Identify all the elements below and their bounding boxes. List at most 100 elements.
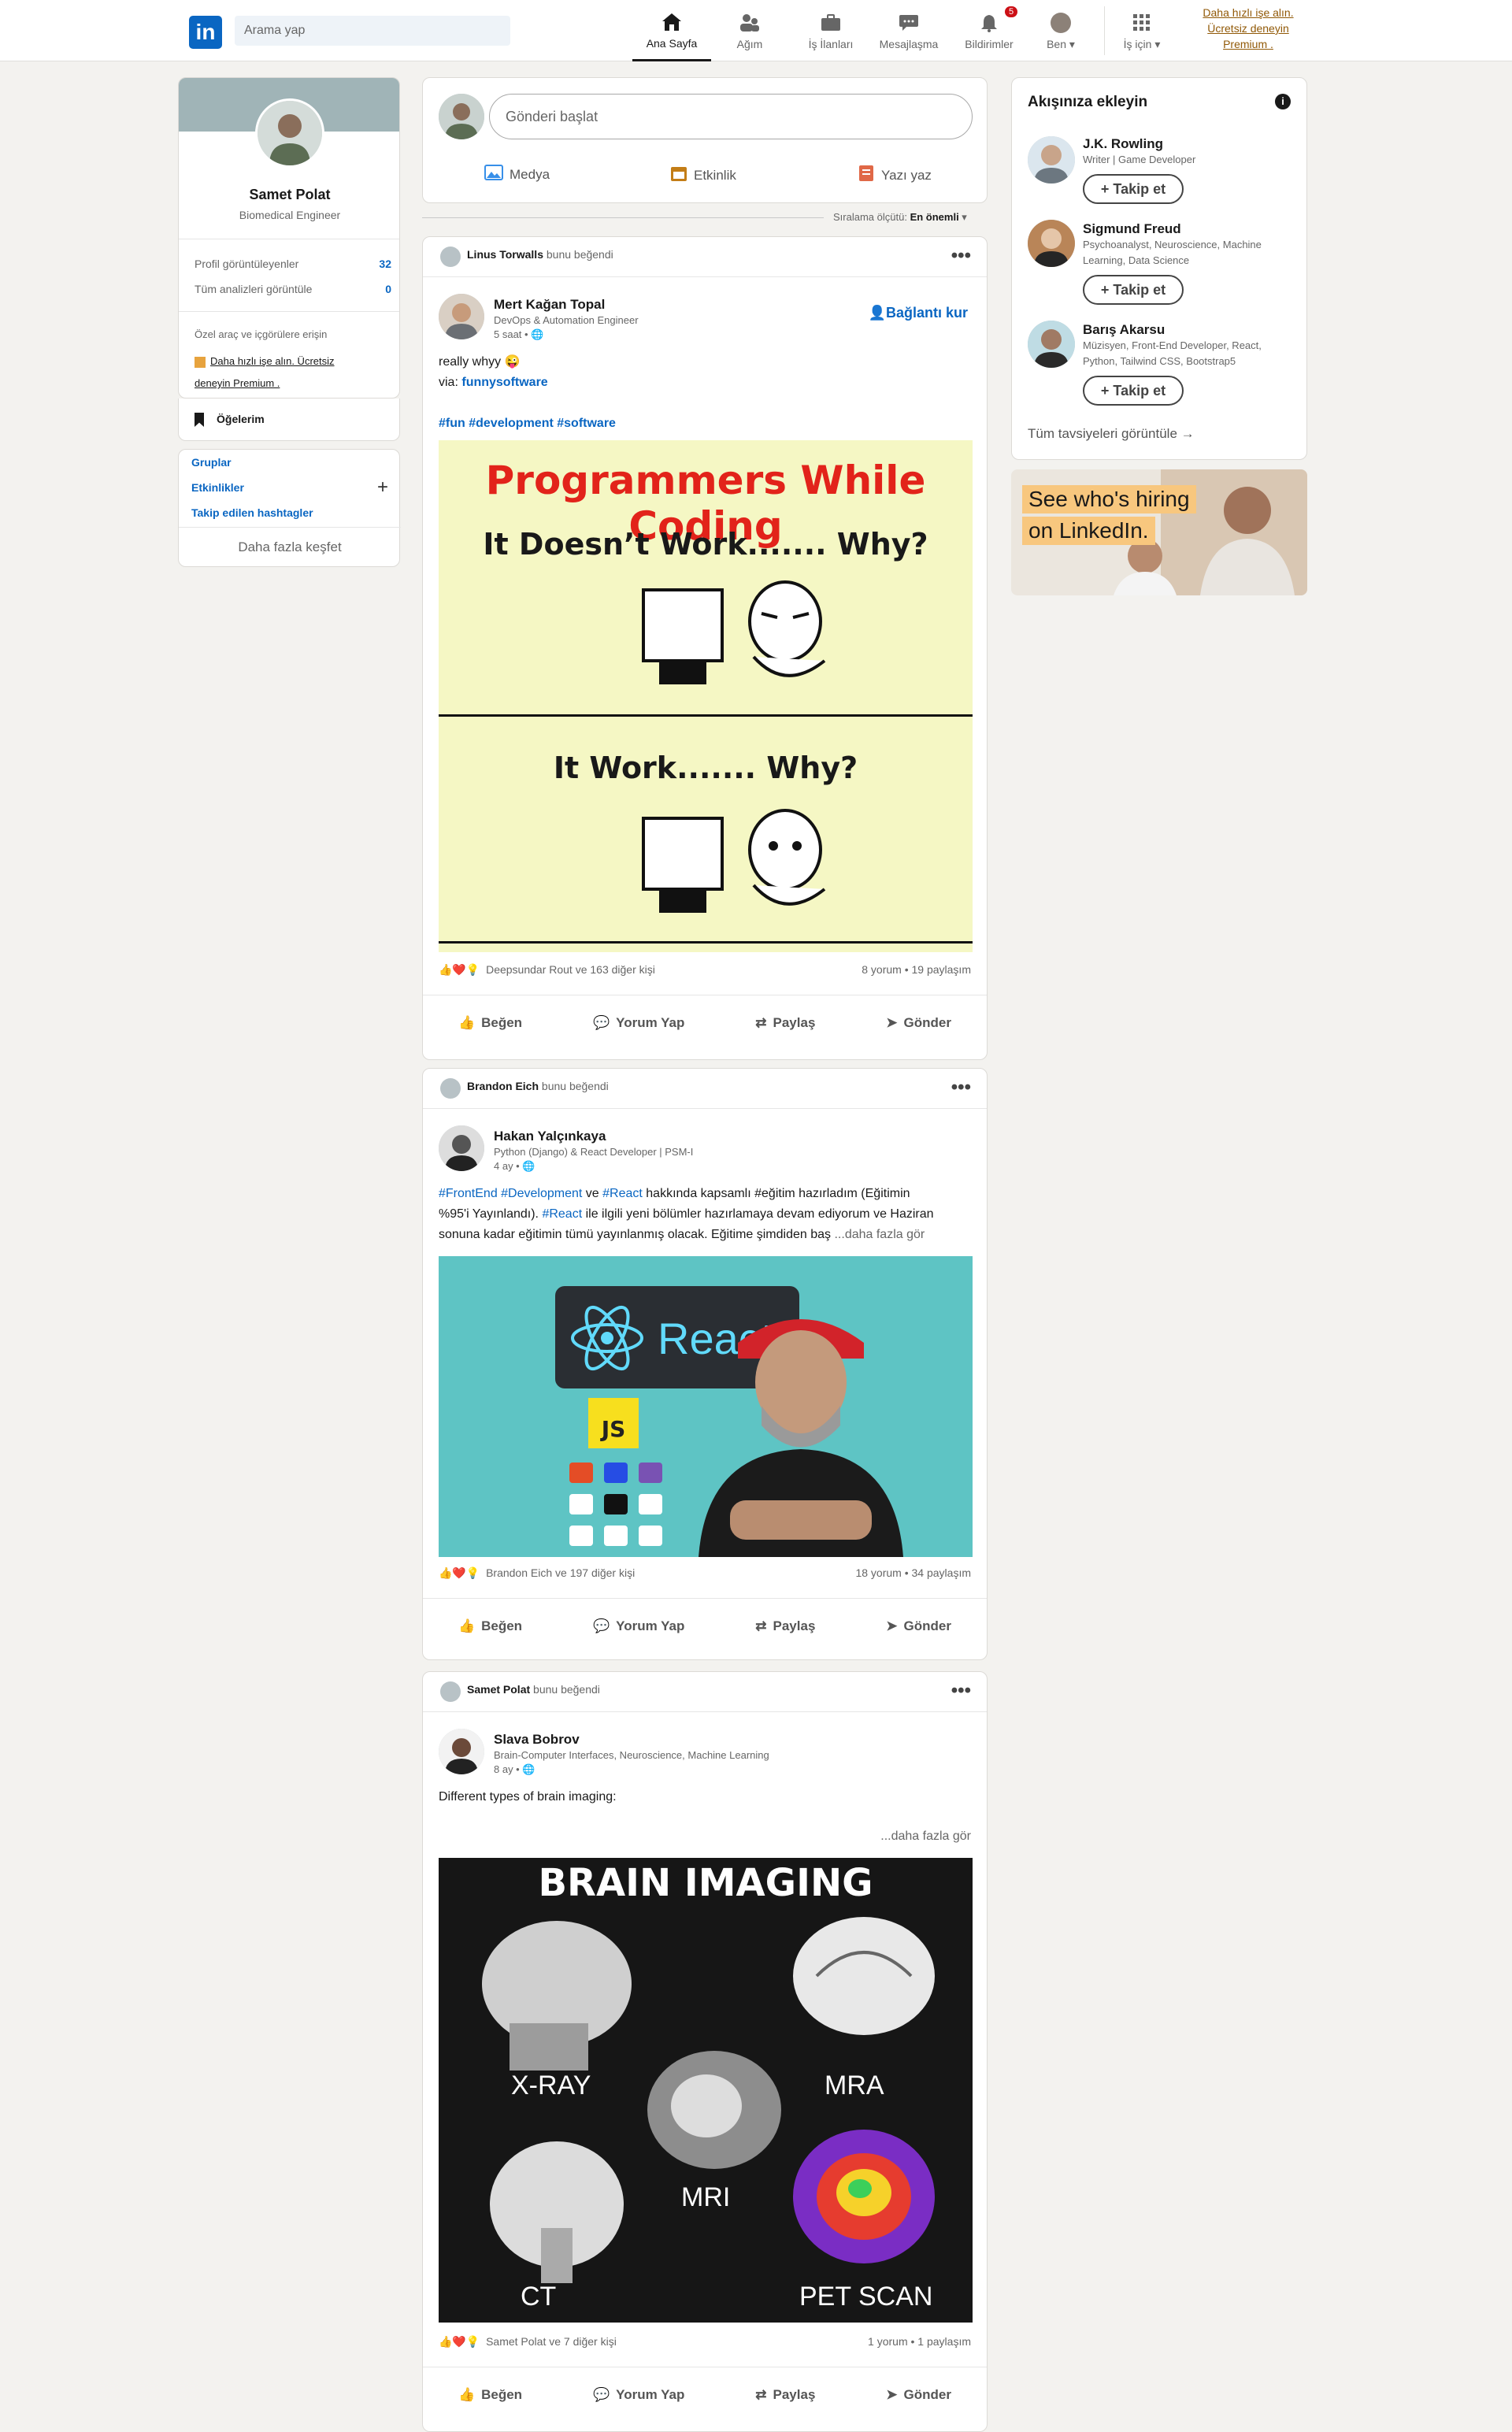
suggestion-name[interactable]: Barış Akarsu: [1083, 322, 1165, 338]
info-icon[interactable]: i: [1275, 94, 1291, 109]
send-button[interactable]: ➤ Gönder: [886, 2387, 951, 2403]
suggestion-name[interactable]: Sigmund Freud: [1083, 221, 1181, 237]
author-avatar[interactable]: [439, 1125, 484, 1171]
liker-name[interactable]: Samet Polat: [467, 1683, 530, 1696]
analytics-count: 0: [385, 283, 391, 295]
engagement-counts[interactable]: 8 yorum • 19 paylaşım: [862, 963, 971, 976]
nav-business-label: İş için ▾: [1123, 37, 1161, 50]
send-button[interactable]: ➤ Gönder: [886, 1618, 951, 1634]
suggestion-avatar[interactable]: [1028, 321, 1075, 368]
like-button[interactable]: 👍 Beğen: [458, 1015, 522, 1031]
premium-promo[interactable]: Daha hızlı işe alın. Ücretsiz deneyin Pre…: [195, 350, 335, 395]
liker-avatar[interactable]: [440, 1078, 461, 1099]
author-description: Brain-Computer Interfaces, Neuroscience,…: [494, 1749, 769, 1761]
nav-jobs[interactable]: İş İlanları: [799, 0, 862, 61]
engagement-counts[interactable]: 18 yorum • 34 paylaşım: [855, 1566, 971, 1579]
hiring-ad-banner[interactable]: See who's hiring on LinkedIn.: [1011, 469, 1307, 595]
comment-button[interactable]: 💬 Yorum Yap: [593, 1015, 684, 1031]
nav-me[interactable]: Ben ▾: [1041, 0, 1080, 61]
liker-name[interactable]: Linus Torwalls: [467, 248, 543, 261]
groups-link[interactable]: Gruplar: [191, 456, 232, 469]
divider: [179, 311, 399, 312]
follow-button[interactable]: + Takip et: [1083, 174, 1184, 204]
profile-name[interactable]: Samet Polat: [179, 187, 399, 203]
search-input[interactable]: Arama yap: [235, 16, 510, 46]
via-link[interactable]: funnysoftware: [461, 376, 547, 389]
liker-line: Brandon Eich bunu beğendi: [467, 1080, 609, 1092]
like-button[interactable]: 👍 Beğen: [458, 1618, 522, 1634]
send-button[interactable]: ➤ Gönder: [886, 1015, 951, 1031]
events-link[interactable]: Etkinlikler: [191, 481, 244, 494]
avatar-icon: [1049, 11, 1073, 35]
sort-dropdown[interactable]: Sıralama ölçütü: En önemli ▾: [833, 211, 967, 224]
hashtag-link[interactable]: #React: [542, 1207, 582, 1221]
post-image[interactable]: Programmers While Coding It Doesn’t Work…: [439, 440, 973, 952]
post-image[interactable]: BRAIN IMAGING X-RAY MRA MRI CT PET SCAN: [439, 1858, 973, 2323]
add-event-icon[interactable]: +: [377, 476, 388, 499]
my-items-card[interactable]: Öğelerim: [178, 399, 400, 441]
more-options-icon[interactable]: •••: [951, 1077, 971, 1099]
liker-avatar[interactable]: [440, 1681, 461, 1702]
follow-button[interactable]: + Takip et: [1083, 275, 1184, 305]
comment-button[interactable]: 💬 Yorum Yap: [593, 1618, 684, 1634]
nav-messaging-label: Mesajlaşma: [879, 38, 939, 50]
nav-notifications[interactable]: 5 Bildirimler: [956, 0, 1022, 61]
label-xray: X-RAY: [511, 2071, 591, 2100]
repost-button[interactable]: ⇄ Paylaş: [755, 2387, 815, 2403]
write-article-button[interactable]: Yazı yaz: [858, 165, 932, 186]
hashtag-link[interactable]: #FrontEnd #Development: [439, 1187, 582, 1200]
nav-messaging[interactable]: Mesajlaşma: [876, 0, 942, 61]
engagement-counts[interactable]: 1 yorum • 1 paylaşım: [868, 2335, 971, 2348]
repost-button[interactable]: ⇄ Paylaş: [755, 1618, 815, 1634]
view-all-recommendations-link[interactable]: Tüm tavsiyeleri görüntüle →: [1028, 426, 1195, 442]
post-hashtags[interactable]: #fun #development #software: [439, 413, 616, 434]
comment-icon: 💬: [592, 1618, 610, 1633]
more-options-icon[interactable]: •••: [951, 1680, 971, 1702]
nav-home[interactable]: Ana Sayfa: [632, 0, 711, 61]
nav-network[interactable]: Ağım: [722, 0, 777, 61]
followed-hashtags-link[interactable]: Takip edilen hashtagler: [191, 506, 313, 519]
profile-avatar[interactable]: [255, 98, 324, 168]
start-post-input[interactable]: Gönderi başlat: [489, 94, 973, 139]
like-button[interactable]: 👍 Beğen: [458, 2387, 522, 2403]
liker-name[interactable]: Brandon Eich: [467, 1080, 539, 1092]
suggestion-avatar[interactable]: [1028, 136, 1075, 184]
media-button[interactable]: Medya: [484, 165, 550, 184]
author-name[interactable]: Mert Kağan Topal: [494, 297, 605, 313]
post-image[interactable]: React JS: [439, 1256, 973, 1557]
reactions-summary[interactable]: 👍❤️💡 Samet Polat ve 7 diğer kişi: [439, 2335, 617, 2349]
author-name[interactable]: Hakan Yalçınkaya: [494, 1129, 606, 1144]
discover-more-button[interactable]: Daha fazla keşfet: [179, 539, 401, 555]
author-avatar[interactable]: [439, 294, 484, 339]
liker-avatar[interactable]: [440, 247, 461, 267]
more-options-icon[interactable]: •••: [951, 245, 971, 267]
author-avatar[interactable]: [439, 1729, 484, 1774]
comment-button[interactable]: 💬 Yorum Yap: [593, 2387, 684, 2403]
suggestion-name[interactable]: J.K. Rowling: [1083, 136, 1163, 152]
reactions-summary[interactable]: 👍❤️💡 Deepsundar Rout ve 163 diğer kişi: [439, 963, 655, 977]
globe-icon: 🌐: [522, 1763, 536, 1775]
suggestion-avatar[interactable]: [1028, 220, 1075, 267]
nav-business[interactable]: İş için ▾: [1118, 0, 1166, 61]
reactions-summary[interactable]: 👍❤️💡 Brandon Eich ve 197 diğer kişi: [439, 1566, 635, 1580]
meme-divider: [439, 714, 973, 717]
meme-question-1: It Doesn’t Work....... Why?: [483, 527, 928, 562]
profile-viewers-row[interactable]: Profil görüntüleyenler 32: [195, 258, 391, 270]
author-name[interactable]: Slava Bobrov: [494, 1732, 580, 1748]
follow-button[interactable]: + Takip et: [1083, 376, 1184, 406]
hashtag-link[interactable]: #React: [602, 1187, 643, 1200]
suggestions-title: Akışınıza ekleyin: [1028, 94, 1148, 110]
composer-avatar[interactable]: [439, 94, 484, 139]
connect-button[interactable]: 👤Bağlantı kur: [869, 305, 968, 321]
media-label: Medya: [510, 166, 550, 182]
repost-button[interactable]: ⇄ Paylaş: [755, 1015, 815, 1031]
label-mra: MRA: [825, 2071, 884, 2100]
home-icon: [660, 10, 684, 34]
linkedin-logo-icon[interactable]: in: [189, 16, 222, 49]
see-more-link[interactable]: ...daha fazla gör: [834, 1228, 925, 1241]
analytics-row[interactable]: Tüm analizleri görüntüle 0: [195, 283, 391, 295]
event-button[interactable]: Etkinlik: [670, 165, 736, 186]
premium-trial-link[interactable]: Daha hızlı işe alın. Ücretsiz deneyin Pr…: [1189, 5, 1307, 52]
post-time: 5 saat • 🌐: [494, 328, 544, 340]
see-more-link[interactable]: ...daha fazla gör: [880, 1830, 971, 1844]
